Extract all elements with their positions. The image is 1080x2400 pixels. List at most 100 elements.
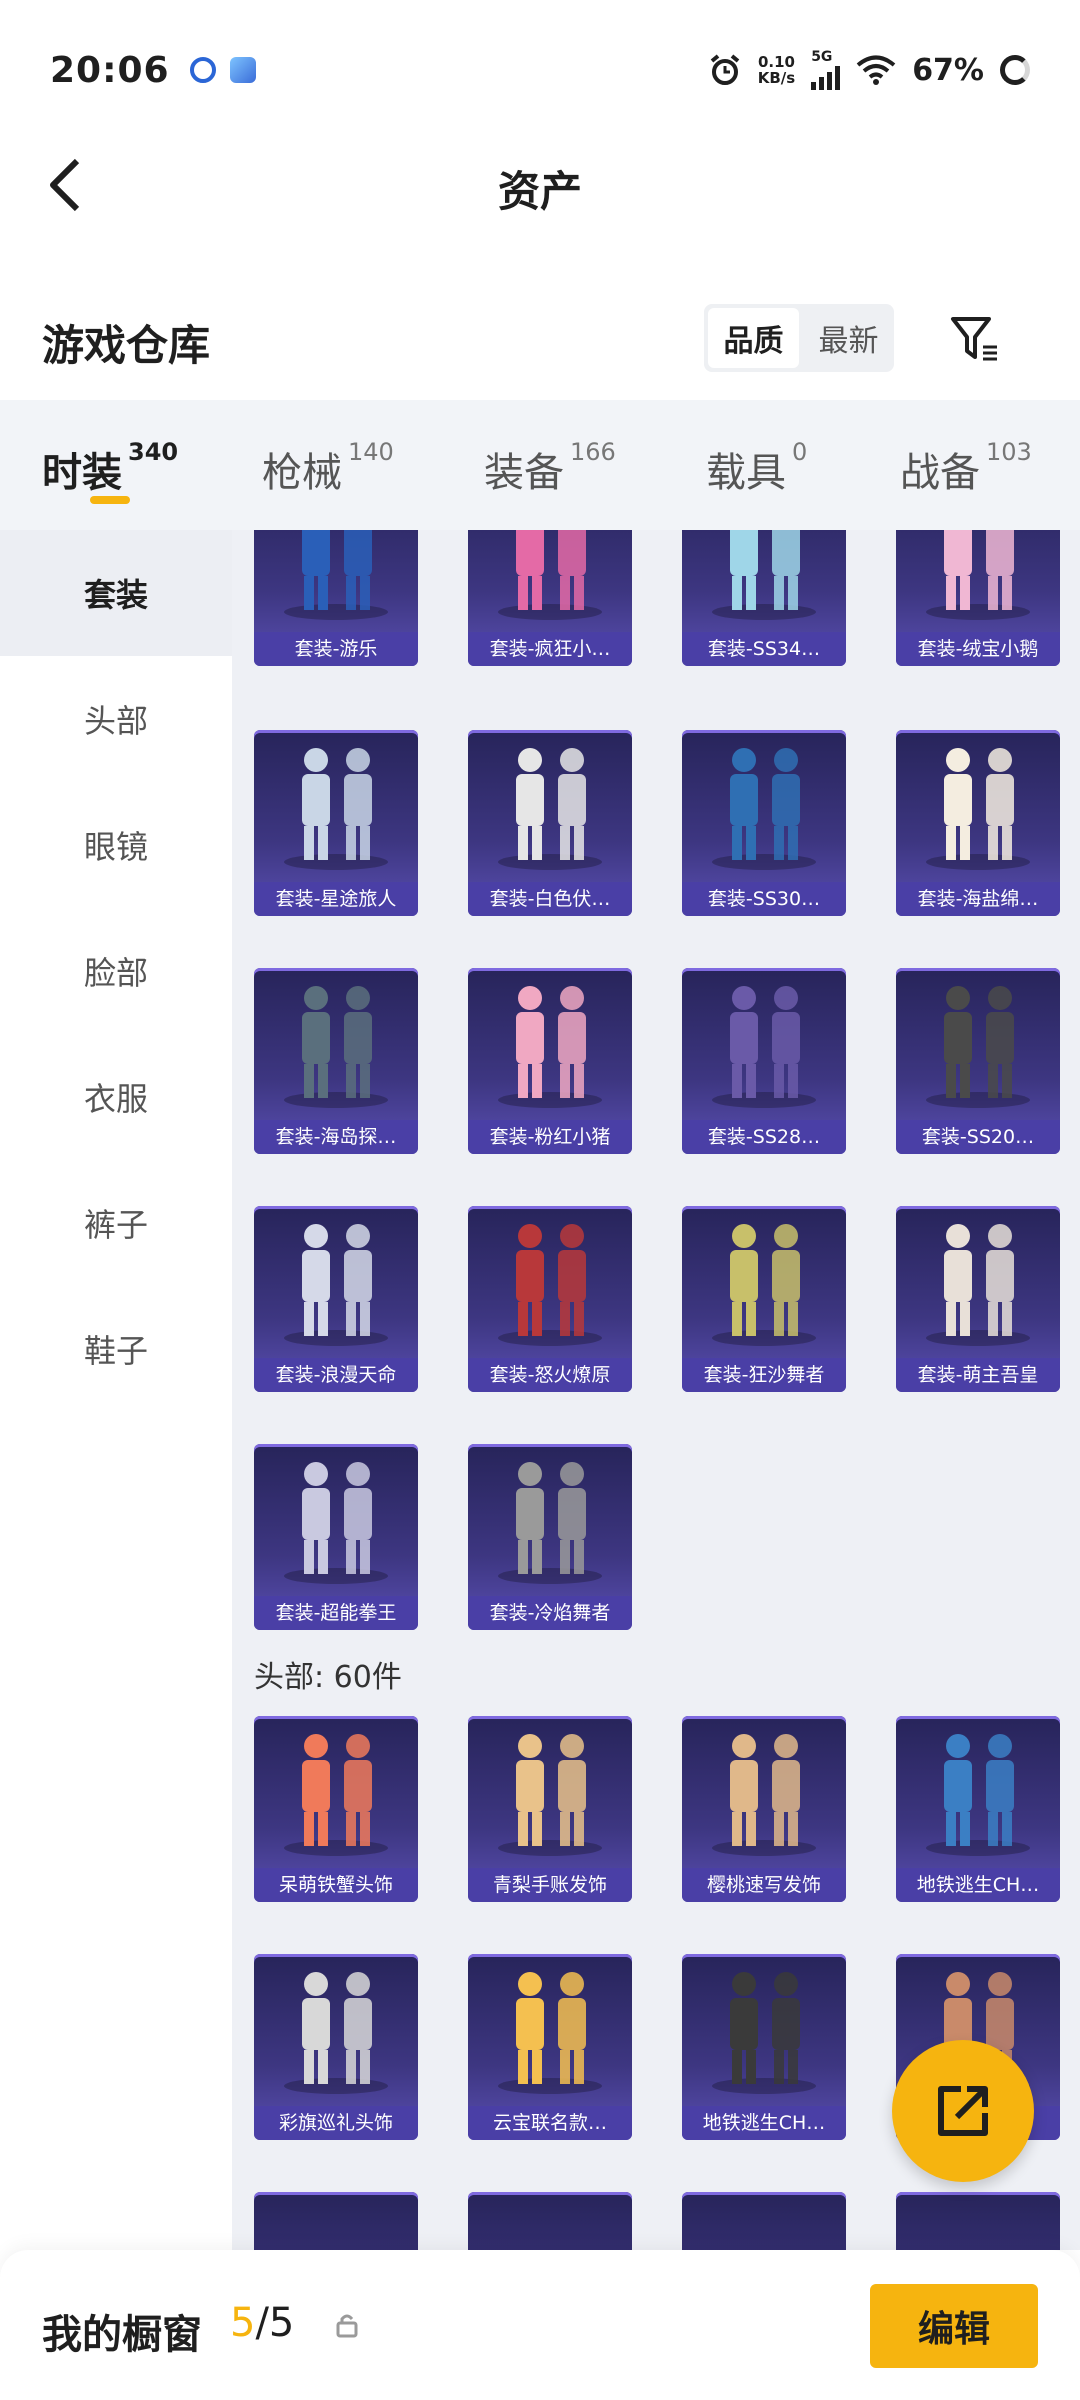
item-caption: 套装-怒火燎原 <box>468 1358 632 1392</box>
showcase-count-total: /5 <box>255 2300 295 2346</box>
alarm-icon <box>710 54 739 85</box>
item-caption: 套装-SS30… <box>682 882 846 916</box>
item-thumbnail <box>926 1224 1030 1346</box>
showcase-label: 我的橱窗 <box>42 2312 202 2358</box>
item-card[interactable]: 套装-粉红小猪 <box>468 968 632 1154</box>
item-card[interactable]: 套装-SS30… <box>682 730 846 916</box>
item-card[interactable]: 云宝联名款… <box>468 1954 632 2140</box>
item-card[interactable]: 套装-白色伏… <box>468 730 632 916</box>
status-bar: 20:06 0.10 KB/s 5G 67% <box>0 0 1080 140</box>
item-thumbnail <box>498 1734 602 1856</box>
tab-guns[interactable]: 枪械 140 <box>262 400 484 530</box>
item-thumbnail <box>712 748 816 870</box>
item-thumbnail <box>926 1734 1030 1856</box>
item-thumbnail <box>926 986 1030 1108</box>
tab-active-indicator <box>90 496 130 504</box>
item-card[interactable]: 套装-海盐绵… <box>896 730 1060 916</box>
sidebar-item-clothes[interactable]: 衣服 <box>0 1034 232 1160</box>
item-card[interactable] <box>468 2192 632 2250</box>
item-card[interactable]: 套装-狂沙舞者 <box>682 1206 846 1392</box>
item-thumbnail <box>498 1462 602 1584</box>
item-caption: 套装-SS28… <box>682 1120 846 1154</box>
sidebar: 套装 头部 眼镜 脸部 衣服 裤子 鞋子 <box>0 530 232 2250</box>
item-thumbnail <box>284 1462 388 1584</box>
item-card[interactable]: 套装-游乐 <box>254 530 418 666</box>
item-card[interactable] <box>254 2192 418 2250</box>
share-button[interactable] <box>892 2040 1034 2182</box>
status-right: 0.10 KB/s 5G 67% <box>708 50 1030 90</box>
edit-button[interactable]: 编辑 <box>870 2284 1038 2368</box>
item-card[interactable]: 套装-疯狂小… <box>468 530 632 666</box>
showcase-count: 5/5 <box>230 2300 294 2346</box>
item-thumbnail <box>712 986 816 1108</box>
sidebar-item-suits[interactable]: 套装 <box>0 530 232 656</box>
item-caption: 套装-超能拳王 <box>254 1596 418 1630</box>
item-thumbnail <box>712 1734 816 1856</box>
section-label-head: 头部: 60件 <box>254 1660 402 1695</box>
tab-count: 340 <box>128 438 179 466</box>
warehouse-title: 游戏仓库 <box>42 321 211 370</box>
item-thumbnail <box>498 748 602 870</box>
item-card[interactable]: 套装-海岛探… <box>254 968 418 1154</box>
battery-icon <box>1000 55 1030 85</box>
status-app-icons <box>189 57 256 83</box>
sort-option-newest[interactable]: 最新 <box>803 304 894 372</box>
tab-vehicles[interactable]: 载具 0 <box>706 400 900 530</box>
tab-fashion[interactable]: 时装 340 <box>42 400 262 530</box>
item-card[interactable]: 套装-绒宝小鹅 <box>896 530 1060 666</box>
item-caption: 套装-疯狂小… <box>468 632 632 666</box>
item-card[interactable] <box>896 2192 1060 2250</box>
sort-option-quality[interactable]: 品质 <box>708 308 799 368</box>
item-thumbnail <box>498 1224 602 1346</box>
item-thumbnail <box>498 530 602 620</box>
item-caption: 套装-浪漫天命 <box>254 1358 418 1392</box>
item-card[interactable]: 套装-星途旅人 <box>254 730 418 916</box>
item-card[interactable]: 套装-怒火燎原 <box>468 1206 632 1392</box>
item-caption: 呆萌铁蟹头饰 <box>254 1868 418 1902</box>
sidebar-item-shoes[interactable]: 鞋子 <box>0 1286 232 1412</box>
item-thumbnail <box>712 1224 816 1346</box>
category-tabs: 时装 340 枪械 140 装备 166 载具 0 战备 103 <box>0 400 1080 530</box>
tab-label: 时装 <box>42 450 122 496</box>
sidebar-item-face[interactable]: 脸部 <box>0 908 232 1034</box>
item-thumbnail <box>284 1734 388 1856</box>
net-speed: 0.10 KB/s <box>758 54 795 86</box>
sidebar-item-head[interactable]: 头部 <box>0 656 232 782</box>
item-caption: 樱桃速写发饰 <box>682 1868 846 1902</box>
item-card[interactable]: 地铁逃生CH… <box>896 1716 1060 1902</box>
item-card[interactable]: 套装-萌主吾皇 <box>896 1206 1060 1392</box>
item-card[interactable]: 套装-浪漫天命 <box>254 1206 418 1392</box>
tab-label: 战备 <box>900 450 980 496</box>
item-card[interactable]: 套装-SS28… <box>682 968 846 1154</box>
item-card[interactable]: 呆萌铁蟹头饰 <box>254 1716 418 1902</box>
filter-icon <box>951 317 997 361</box>
item-card[interactable]: 套装-超能拳王 <box>254 1444 418 1630</box>
item-caption: 套装-海岛探… <box>254 1120 418 1154</box>
item-card[interactable]: 青梨手账发饰 <box>468 1716 632 1902</box>
item-thumbnail <box>926 530 1030 620</box>
item-card[interactable]: 套装-冷焰舞者 <box>468 1444 632 1630</box>
filter-button[interactable] <box>940 304 1010 374</box>
tab-equipment[interactable]: 装备 166 <box>484 400 706 530</box>
bottom-bar: 我的橱窗 5/5 编辑 <box>0 2250 1080 2400</box>
sidebar-item-pants[interactable]: 裤子 <box>0 1160 232 1286</box>
tab-combat-gear[interactable]: 战备 103 <box>900 400 1070 530</box>
warehouse-header: 游戏仓库 品质 最新 <box>0 290 1080 390</box>
share-icon <box>938 2086 988 2136</box>
sidebar-item-glasses[interactable]: 眼镜 <box>0 782 232 908</box>
tab-count: 166 <box>570 438 616 466</box>
item-caption: 套装-SS20… <box>896 1120 1060 1154</box>
item-card[interactable] <box>682 2192 846 2250</box>
item-card[interactable]: 樱桃速写发饰 <box>682 1716 846 1902</box>
item-card[interactable]: 套装-SS34… <box>682 530 846 666</box>
item-caption: 套装-萌主吾皇 <box>896 1358 1060 1392</box>
item-card[interactable]: 地铁逃生CH… <box>682 1954 846 2140</box>
sort-toggle: 品质 最新 <box>704 304 894 372</box>
item-caption: 地铁逃生CH… <box>682 2106 846 2140</box>
lock-icon <box>336 2314 358 2338</box>
net-speed-value: 0.10 <box>757 53 795 71</box>
item-thumbnail <box>284 1972 388 2094</box>
item-card[interactable]: 套装-SS20… <box>896 968 1060 1154</box>
item-card[interactable]: 彩旗巡礼头饰 <box>254 1954 418 2140</box>
tab-count: 0 <box>792 438 808 466</box>
